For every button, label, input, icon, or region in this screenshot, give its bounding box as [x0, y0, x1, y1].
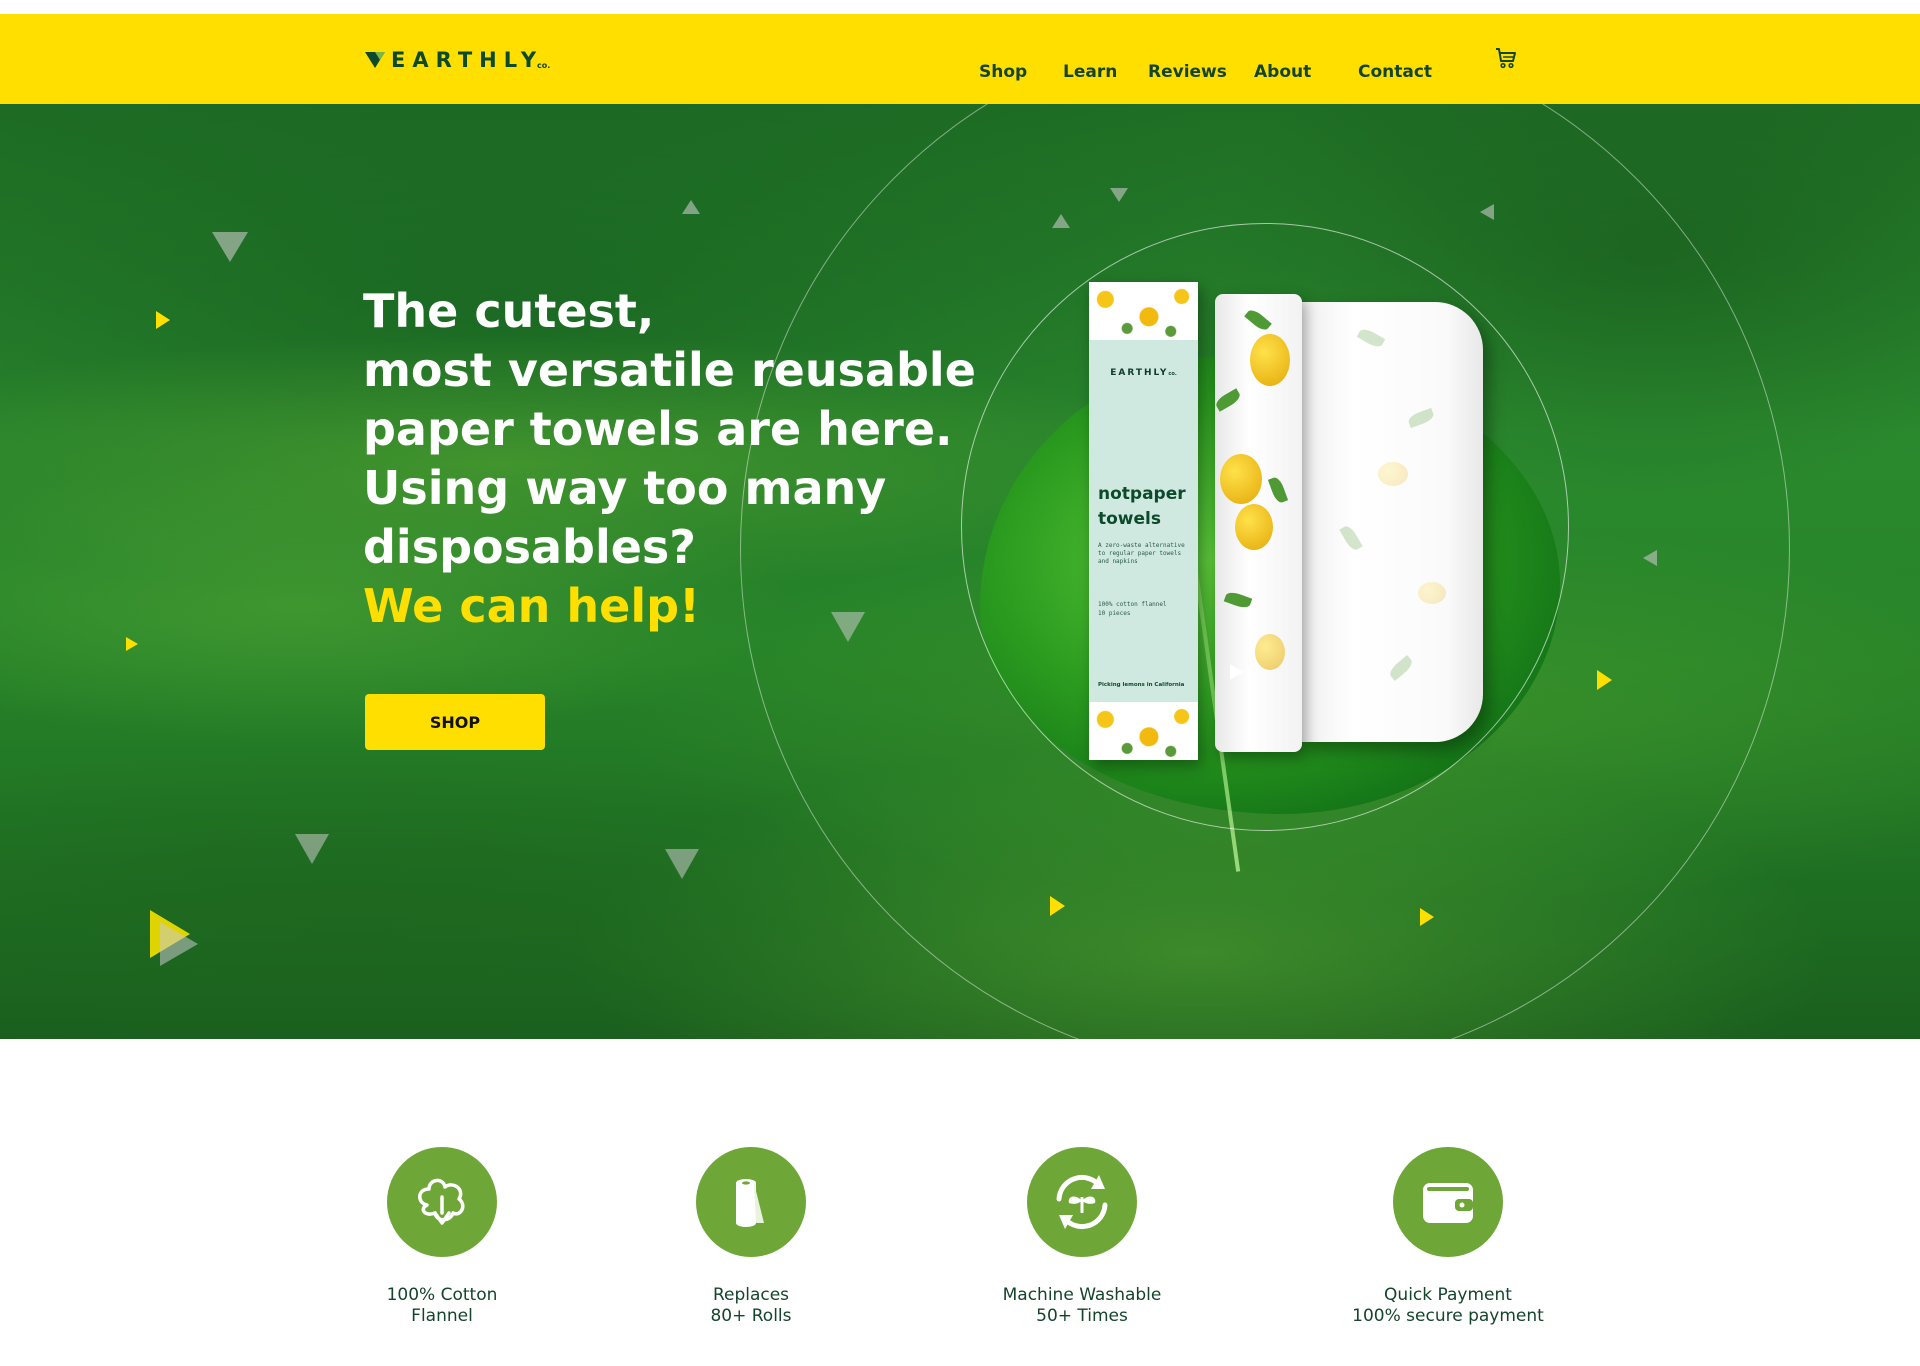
play-icon[interactable] [1230, 664, 1243, 680]
triangle-decoration [1052, 214, 1070, 228]
features-section: 100% Cotton Flannel Replaces 80+ Rolls M… [0, 1039, 1920, 1366]
cart-icon[interactable] [1494, 46, 1518, 70]
feature-icon-circle [387, 1147, 497, 1257]
nav-shop[interactable]: Shop [979, 62, 1027, 82]
unrolled-towel [1298, 302, 1483, 742]
triangle-decoration [1420, 908, 1434, 926]
nav-reviews[interactable]: Reviews [1148, 62, 1227, 82]
brand-logo[interactable]: EARTHLY co. [365, 48, 550, 72]
towel-roll [1215, 294, 1302, 752]
triangle-decoration [1643, 550, 1657, 566]
feature-icon-circle [696, 1147, 806, 1257]
triangle-decoration [1597, 670, 1612, 690]
feature-item: Quick Payment 100% secure payment [1338, 1147, 1558, 1327]
hero-heading-line: most versatile reusable [363, 343, 976, 397]
feature-line: 100% secure payment [1352, 1306, 1544, 1326]
feature-text: 100% Cotton Flannel [332, 1285, 552, 1327]
triangle-decoration [156, 311, 170, 329]
box-spec-line: 10 pieces [1098, 610, 1131, 617]
triangle-decoration [1050, 896, 1065, 916]
feature-text: Replaces 80+ Rolls [641, 1285, 861, 1327]
brand-suffix: co. [537, 60, 551, 70]
feature-item: Machine Washable 50+ Times [972, 1147, 1192, 1327]
box-lemon-pattern [1089, 702, 1198, 760]
feature-icon-circle [1393, 1147, 1503, 1257]
feature-line: 50+ Times [1036, 1306, 1128, 1326]
top-strip [0, 0, 1920, 14]
triangle-decoration [160, 922, 198, 966]
feature-line: Machine Washable [1002, 1285, 1162, 1305]
box-brand: EARTHLYco. [1089, 368, 1198, 378]
feature-line: 80+ Rolls [710, 1306, 792, 1326]
box-brand-suffix: co. [1168, 371, 1177, 377]
recycle-leaf-icon [1056, 1174, 1108, 1230]
navbar: EARTHLY co. Shop Learn Reviews About Con… [0, 14, 1920, 104]
feature-line: Quick Payment [1384, 1285, 1512, 1305]
nav-contact[interactable]: Contact [1358, 62, 1432, 82]
box-specs: 100% cotton flannel 10 pieces [1098, 600, 1188, 618]
feature-icon-circle [1027, 1147, 1137, 1257]
product-box: EARTHLYco. notpaper towels A zero-waste … [1089, 282, 1198, 760]
hero-heading-line: disposables? [363, 520, 696, 574]
feature-text: Machine Washable 50+ Times [972, 1285, 1192, 1327]
hero-heading-line: paper towels are here. [363, 402, 953, 456]
feature-line: Flannel [411, 1306, 473, 1326]
box-title: notpaper towels [1098, 482, 1193, 532]
cotton-icon [418, 1178, 465, 1225]
triangle-decoration [1110, 188, 1128, 202]
box-spec-line: 100% cotton flannel [1098, 601, 1167, 608]
triangle-decoration [665, 849, 699, 879]
hero-heading-line: The cutest, [363, 284, 655, 338]
hero-section: The cutest, most versatile reusable pape… [0, 104, 1920, 1039]
box-title-line: notpaper [1098, 484, 1186, 504]
box-brand-name: EARTHLY [1110, 368, 1169, 378]
feature-item: Replaces 80+ Rolls [641, 1147, 861, 1327]
triangle-decoration [1480, 204, 1494, 220]
box-footer: Picking lemons in California [1098, 682, 1185, 688]
wallet-icon [1423, 1183, 1473, 1223]
triangle-decoration [682, 200, 700, 214]
paper-roll-icon [736, 1179, 764, 1227]
feature-text: Quick Payment 100% secure payment [1338, 1285, 1558, 1327]
box-description: A zero-waste alternative to regular pape… [1098, 542, 1185, 565]
hero-heading: The cutest, most versatile reusable pape… [363, 282, 1003, 636]
logo-triangle-icon [365, 52, 385, 68]
hero-accent-line: We can help! [363, 579, 701, 633]
feature-line: Replaces [712, 1285, 790, 1305]
feature-line: 100% Cotton [386, 1285, 498, 1305]
shop-button[interactable]: SHOP [365, 694, 545, 750]
triangle-decoration [295, 834, 329, 864]
box-lemon-pattern [1089, 282, 1198, 340]
triangle-decoration [126, 637, 138, 651]
box-title-line: towels [1098, 509, 1161, 529]
triangle-decoration [212, 232, 248, 262]
nav-about[interactable]: About [1254, 62, 1311, 82]
brand-name: EARTHLY [391, 48, 544, 72]
hero-heading-line: Using way too many [363, 461, 887, 515]
feature-item: 100% Cotton Flannel [332, 1147, 552, 1327]
nav-learn[interactable]: Learn [1063, 62, 1117, 82]
